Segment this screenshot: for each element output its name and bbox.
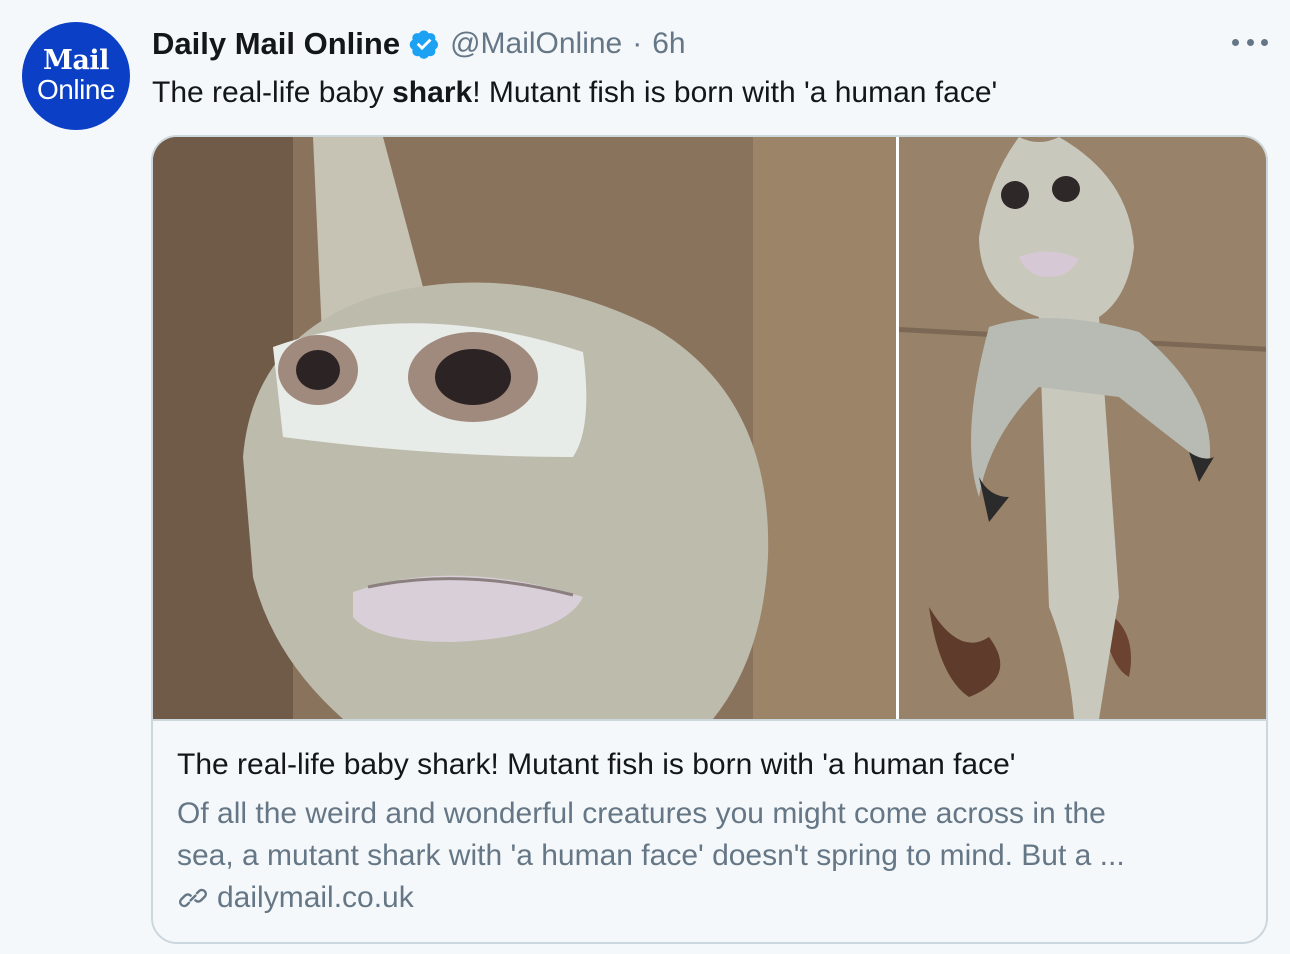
- tweet-text-part2: ! Mutant fish is born with 'a human face…: [472, 76, 998, 109]
- card-domain[interactable]: dailymail.co.uk: [177, 881, 414, 915]
- shark-full-body-photo[interactable]: [899, 137, 1266, 719]
- tweet-text: The real-life baby shark! Mutant fish is…: [152, 72, 997, 114]
- link-icon: [179, 888, 207, 908]
- tweet-header: Daily Mail Online @MailOnline · 6h: [152, 24, 686, 64]
- card-domain-text[interactable]: dailymail.co.uk: [217, 881, 414, 915]
- verified-badge-icon: [408, 28, 440, 60]
- author-handle[interactable]: @MailOnline: [450, 27, 622, 61]
- author-name[interactable]: Daily Mail Online: [152, 26, 400, 62]
- avatar[interactable]: Mail Online: [22, 22, 130, 130]
- separator-dot: ·: [632, 27, 643, 60]
- card-description: Of all the weird and wonderful creatures…: [177, 793, 1247, 877]
- tweet-timestamp[interactable]: 6h: [652, 27, 685, 61]
- tweet-text-part1: The real-life baby: [152, 76, 393, 109]
- tweet-text-bold[interactable]: shark: [392, 76, 472, 109]
- card-description-line1: Of all the weird and wonderful creatures…: [177, 797, 1106, 830]
- avatar-logo-line2: Online: [37, 74, 115, 105]
- shark-face-closeup-photo[interactable]: [153, 137, 896, 719]
- card-title[interactable]: The real-life baby shark! Mutant fish is…: [177, 745, 1016, 785]
- more-options-icon[interactable]: [1232, 36, 1268, 48]
- tweet[interactable]: Mail Online Daily Mail Online @MailOnlin…: [0, 0, 1290, 954]
- card-description-line2: sea, a mutant shark with 'a human face' …: [177, 839, 1125, 872]
- avatar-logo-line1: Mail: [43, 45, 109, 76]
- link-card[interactable]: The real-life baby shark! Mutant fish is…: [151, 135, 1268, 944]
- card-media[interactable]: [153, 137, 1266, 721]
